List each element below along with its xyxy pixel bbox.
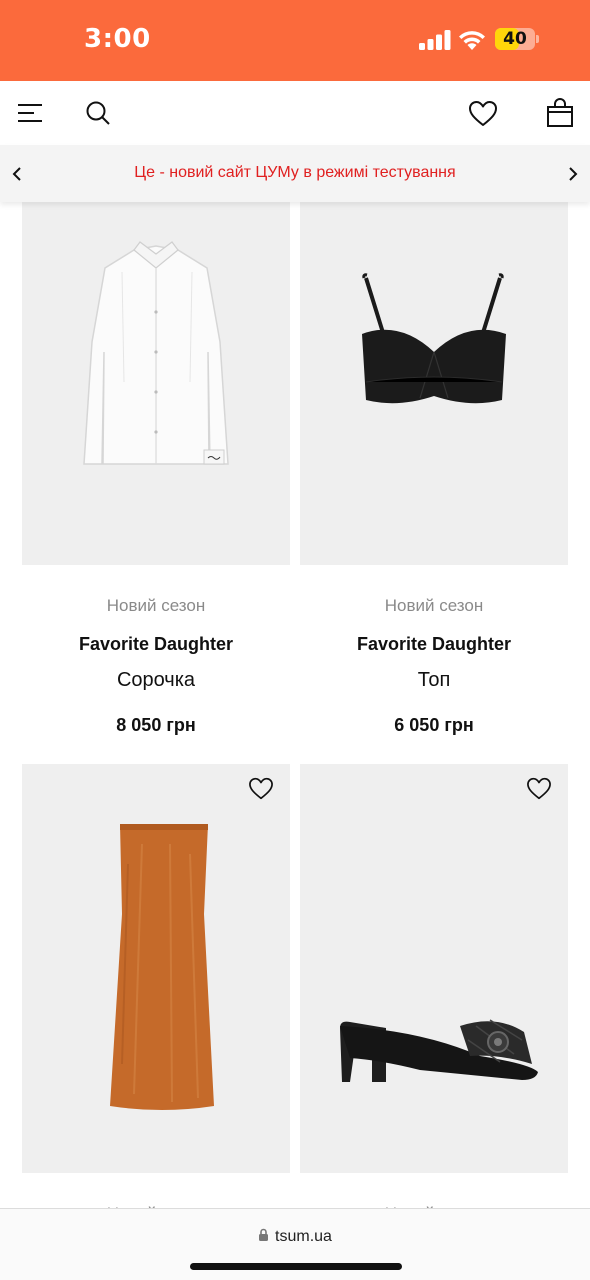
status-bar: 3:00 40 xyxy=(0,0,590,81)
battery-icon: 40 xyxy=(495,28,539,50)
search-icon[interactable] xyxy=(80,95,116,131)
menu-icon[interactable] xyxy=(12,95,48,131)
shopping-bag-icon[interactable] xyxy=(542,95,578,131)
product-price: 6 050 грн xyxy=(394,715,474,735)
wifi-icon xyxy=(459,31,485,50)
product-season: Новий сезон xyxy=(384,596,484,615)
product-image[interactable] xyxy=(22,764,290,1173)
product-image[interactable] xyxy=(300,202,568,565)
product-image[interactable] xyxy=(300,764,568,1173)
promo-banner: Це - новий сайт ЦУМу в режимі тестування xyxy=(0,145,590,202)
product-name[interactable]: Топ xyxy=(300,669,568,692)
url-bar[interactable]: tsum.ua xyxy=(0,1228,590,1246)
url-text: tsum.ua xyxy=(275,1228,332,1245)
product-image[interactable] xyxy=(22,202,290,565)
status-time: 3:00 xyxy=(84,24,151,54)
lock-icon xyxy=(259,1228,269,1241)
browser-bottom-bar: tsum.ua xyxy=(0,1208,590,1280)
sandal-image xyxy=(340,1019,538,1082)
bra-top-image xyxy=(362,273,506,404)
banner-text: Це - новий сайт ЦУМу в режимі тестування xyxy=(134,164,456,181)
product-brand[interactable]: Favorite Daughter xyxy=(300,634,568,655)
product-season: Новий сезон xyxy=(106,596,206,615)
site-header xyxy=(0,81,590,145)
product-name[interactable]: Сорочка xyxy=(22,669,290,692)
chevron-left-icon[interactable] xyxy=(2,159,32,189)
skirt-image xyxy=(110,824,214,1110)
chevron-right-icon[interactable] xyxy=(558,159,588,189)
product-price: 8 050 грн xyxy=(116,715,196,735)
cellular-signal-icon xyxy=(419,30,451,50)
shirt-image xyxy=(83,241,229,465)
battery-level: 40 xyxy=(503,29,527,49)
home-indicator[interactable] xyxy=(190,1263,402,1270)
heart-icon[interactable] xyxy=(465,95,501,131)
product-brand[interactable]: Favorite Daughter xyxy=(22,634,290,655)
